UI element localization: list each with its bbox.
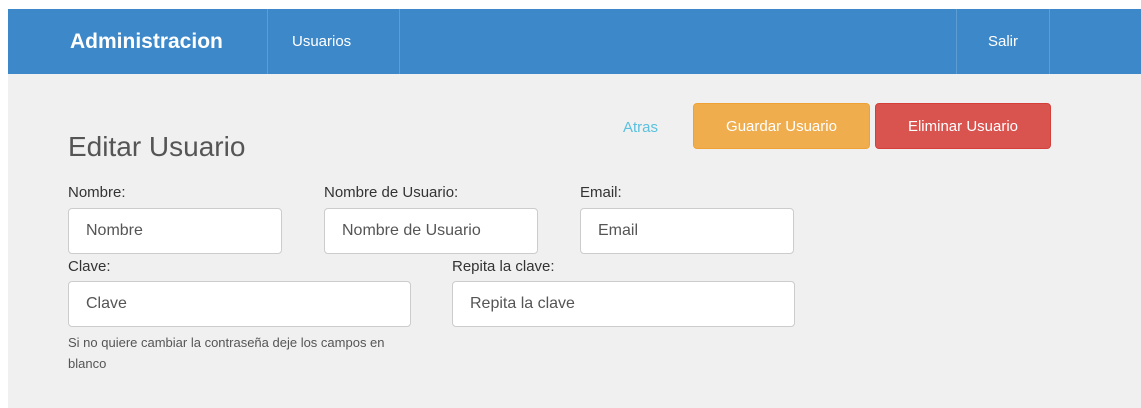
delete-user-button[interactable]: Eliminar Usuario — [875, 103, 1051, 149]
clave-label: Clave: — [68, 258, 111, 275]
page-content: Administracion Usuarios Salir Editar Usu… — [8, 9, 1141, 408]
usuario-input[interactable] — [324, 208, 538, 254]
password-help-text: Si no quiere cambiar la contraseña deje … — [68, 335, 385, 371]
email-input[interactable] — [580, 208, 794, 254]
nav-item-usuarios[interactable]: Usuarios — [268, 9, 400, 74]
repetir-clave-label: Repita la clave: — [452, 258, 555, 275]
usuario-label: Nombre de Usuario: — [324, 184, 459, 201]
clave-input[interactable] — [68, 281, 411, 327]
logout-link[interactable]: Salir — [956, 9, 1050, 74]
back-link[interactable]: Atras — [623, 119, 658, 137]
repetir-clave-input[interactable] — [452, 281, 795, 327]
save-user-button[interactable]: Guardar Usuario — [693, 103, 870, 149]
email-label: Email: — [580, 184, 622, 201]
navbar-brand[interactable]: Administracion — [56, 9, 268, 74]
page-title: Editar Usuario — [68, 131, 246, 162]
nombre-label: Nombre: — [68, 184, 126, 201]
nombre-input[interactable] — [68, 208, 282, 254]
top-navbar: Administracion Usuarios Salir — [8, 9, 1141, 74]
